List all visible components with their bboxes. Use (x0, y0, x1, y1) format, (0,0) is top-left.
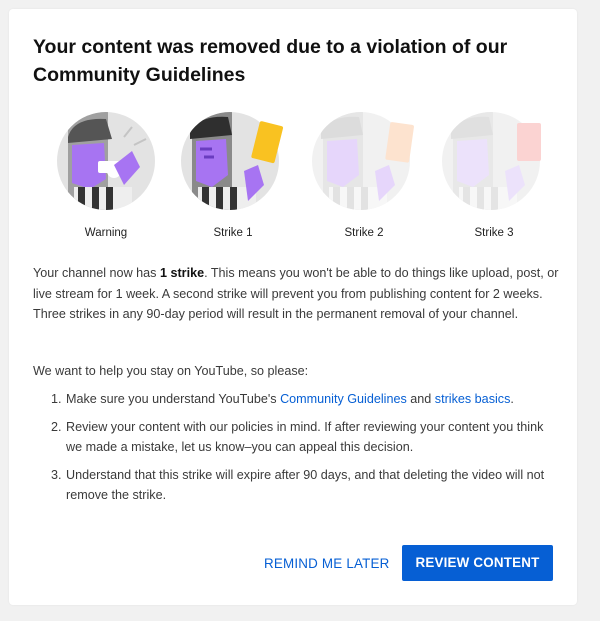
strike-label-warning: Warning (84, 227, 128, 239)
help-intro: We want to help you stay on YouTube, so … (33, 364, 309, 378)
step-text: Make sure you understand YouTube's (66, 392, 281, 406)
explanation-text-start: Your channel now has (33, 266, 160, 280)
review-content-button[interactable]: REVIEW CONTENT (402, 545, 553, 581)
step-text: Understand that this strike will expire … (66, 467, 545, 503)
remind-me-later-button[interactable]: REMIND ME LATER (260, 546, 394, 582)
strike-label-1: Strike 1 (213, 227, 253, 239)
strikes-basics-link[interactable]: strikes basics (435, 392, 511, 406)
strike-explanation: Your channel now has 1 strike. This mean… (33, 263, 561, 325)
strike-count: 1 strike (159, 266, 205, 280)
strike-item-warning: Warning (51, 109, 161, 239)
dialog-title: Your content was removed due to a violat… (33, 36, 508, 86)
list-item: 1. Make sure you understand YouTube's Co… (51, 389, 551, 410)
strike-label-2: Strike 2 (344, 227, 384, 239)
referee-red-card-icon (442, 112, 541, 210)
strike-item-1: Strike 1 (178, 109, 288, 239)
strike-item-2: Strike 2 (309, 109, 419, 239)
community-guidelines-link[interactable]: Community Guidelines (280, 392, 407, 406)
referee-yellow-card-icon (181, 112, 284, 210)
step-text: and (406, 392, 435, 406)
list-item: 3. Understand that this strike will expi… (51, 465, 551, 506)
step-text: . (510, 392, 514, 406)
step-text: Review your content with our policies in… (66, 419, 544, 455)
step-number: 1. (51, 392, 62, 406)
strike-item-3: Strike 3 (439, 109, 549, 239)
strike-dialog: Your content was removed due to a violat… (9, 9, 577, 605)
steps-list: 1. Make sure you understand YouTube's Co… (51, 389, 551, 513)
referee-whistle-icon (57, 112, 155, 210)
list-item: 2. Review your content with our policies… (51, 417, 551, 458)
referee-orange-card-icon (312, 112, 414, 210)
strike-label-3: Strike 3 (474, 227, 514, 239)
step-number: 3. (51, 467, 62, 482)
step-number: 2. (51, 419, 62, 434)
strike-illustrations: Warning Strike 1 Strike 2 Strike 3 (33, 109, 553, 249)
